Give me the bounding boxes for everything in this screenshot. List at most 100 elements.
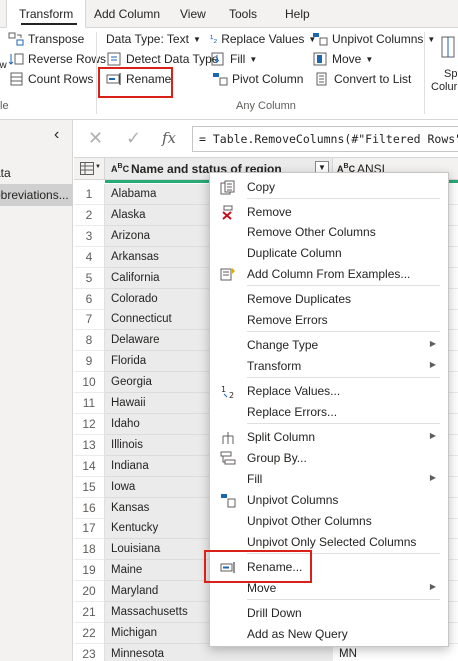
group-icon [220, 451, 236, 466]
row-number: 15 [74, 476, 105, 498]
chevron-down-icon: ▼ [95, 164, 101, 170]
menu-item-split-column[interactable]: Split Column ▶ [210, 427, 448, 448]
menu-item-label: Duplicate Column [247, 246, 342, 260]
count-rows-button[interactable]: ow Count Rows [0, 60, 93, 86]
chevron-down-icon: ▼ [249, 54, 258, 64]
menu-item-unpivot-other-columns[interactable]: Unpivot Other Columns [210, 511, 448, 532]
query-item-selected[interactable]: bbreviations... [0, 184, 73, 206]
transpose-label: Transpose [28, 32, 85, 46]
transpose-button[interactable]: Transpose [8, 32, 84, 46]
split-icon [220, 430, 236, 445]
menu-item-label: Change Type [247, 338, 319, 352]
formula-bar: ✕ ✓ fx = Table.RemoveColumns(#"Filtered … [74, 120, 458, 158]
menu-item-remove-errors[interactable]: Remove Errors [210, 310, 448, 331]
menu-item-label: Copy [247, 180, 276, 194]
remove-icon [220, 205, 236, 220]
menu-separator [247, 198, 440, 199]
query-item[interactable]: ata [0, 162, 73, 184]
tab-help[interactable]: Help [285, 7, 310, 21]
accept-formula-icon[interactable]: ✓ [126, 128, 141, 149]
menu-item-unpivot-columns[interactable]: Unpivot Columns [210, 490, 448, 511]
unpivot-columns-button[interactable]: Unpivot Columns ▼ [312, 32, 435, 46]
menu-item-replace-errors[interactable]: Replace Errors... [210, 402, 448, 423]
chevron-right-icon: ▶ [429, 339, 436, 348]
tab-add-column[interactable]: Add Column [94, 7, 160, 21]
menu-item-copy[interactable]: Copy [210, 177, 448, 198]
partial-button-fragment: ow [0, 60, 7, 71]
menu-item-add-as-new-query[interactable]: Add as New Query [210, 624, 448, 645]
data-type-dropdown[interactable]: Data Type: Text ▼ [106, 32, 201, 46]
fill-down-icon [211, 52, 224, 66]
menu-item-remove-other-columns[interactable]: Remove Other Columns [210, 222, 448, 243]
menu-item-transform[interactable]: Transform ▶ [210, 356, 448, 377]
move-button[interactable]: Move ▼ [312, 52, 373, 66]
row-number: 8 [74, 330, 105, 352]
pivot-column-button[interactable]: Pivot Column [212, 72, 303, 86]
reverse-rows-button[interactable]: Reverse Rows [8, 52, 106, 66]
move-icon [313, 52, 327, 66]
rename-button-highlight [98, 67, 173, 98]
menu-item-add-column-from-examples[interactable]: Add Column From Examples... [210, 264, 448, 285]
query-item-label: bbreviations... [0, 188, 69, 202]
menu-item-duplicate-column[interactable]: Duplicate Column [210, 243, 448, 264]
row-number: 22 [74, 622, 105, 644]
menu-item-label: Transform [247, 359, 302, 373]
fill-label: Fill [230, 52, 246, 66]
row-number: 14 [74, 455, 105, 477]
fill-button[interactable]: Fill ▼ [210, 52, 257, 66]
menu-item-remove-duplicates[interactable]: Remove Duplicates [210, 289, 448, 310]
menu-item-label: Remove Duplicates [247, 292, 352, 306]
transpose-icon [8, 32, 24, 46]
menu-item-group-by[interactable]: Group By... [210, 448, 448, 469]
menu-item-label: Drill Down [247, 606, 302, 620]
menu-item-drill-down[interactable]: Drill Down [210, 603, 448, 624]
replace-values-button[interactable]: ¹₂ Replace Values ▼ [210, 32, 316, 46]
menu-item-label: Fill [247, 472, 263, 486]
chevron-right-icon: ▶ [429, 360, 436, 369]
menu-item-replace-values[interactable]: 1 2 Replace Values... [210, 381, 448, 402]
menu-separator [247, 377, 440, 378]
table-options-button[interactable]: ▼ [74, 158, 105, 180]
fx-button[interactable]: fx [162, 129, 176, 147]
row-number: 7 [74, 309, 105, 331]
table-group-label: le [0, 100, 9, 112]
pivot-column-label: Pivot Column [232, 72, 304, 86]
replace-icon: 12 [220, 384, 236, 400]
convert-to-list-button[interactable]: Convert to List [314, 72, 411, 86]
copy-icon [220, 180, 236, 195]
menu-separator [247, 331, 440, 332]
row-number: 13 [74, 434, 105, 456]
tab-transform[interactable]: Transform [6, 0, 87, 28]
chevron-right-icon: ▶ [429, 582, 436, 591]
row-number: 20 [74, 581, 105, 603]
menu-separator [247, 285, 440, 286]
menu-item-label: Remove [247, 205, 292, 219]
menu-item-remove[interactable]: Remove [210, 202, 448, 223]
tab-tools[interactable]: Tools [229, 7, 257, 21]
svg-text:2: 2 [229, 391, 234, 399]
row-number: 4 [74, 246, 105, 268]
cancel-formula-icon[interactable]: ✕ [88, 128, 103, 149]
collapse-pane-button[interactable]: ‹ [54, 126, 59, 144]
menu-item-label: Split Column [247, 430, 316, 444]
row-number: 12 [74, 413, 105, 435]
menu-item-label: Add Column From Examples... [247, 267, 411, 281]
split-column-button[interactable] [441, 36, 455, 58]
data-type-label: Data Type: Text [106, 32, 189, 46]
text-type-icon: ABC [111, 163, 130, 174]
menu-item-label: Group By... [247, 451, 307, 465]
formula-input[interactable]: = Table.RemoveColumns(#"Filtered Rows",{ [192, 126, 458, 152]
menu-item-fill[interactable]: Fill ▶ [210, 469, 448, 490]
tab-view[interactable]: View [180, 7, 206, 21]
detect-data-type-button[interactable]: Detect Data Type [106, 52, 219, 66]
move-label: Move [332, 52, 362, 66]
menu-item-label: Move [247, 581, 277, 595]
table-icon [80, 162, 94, 175]
menu-item-label: Remove Errors [247, 313, 328, 327]
tab-transform-label: Transform [19, 7, 74, 21]
menu-item-change-type[interactable]: Change Type ▶ [210, 335, 448, 356]
row-number: 11 [74, 393, 105, 414]
convert-to-list-icon [316, 72, 327, 86]
replace-values-icon: ¹₂ [210, 33, 218, 45]
convert-to-list-label: Convert to List [334, 72, 412, 86]
